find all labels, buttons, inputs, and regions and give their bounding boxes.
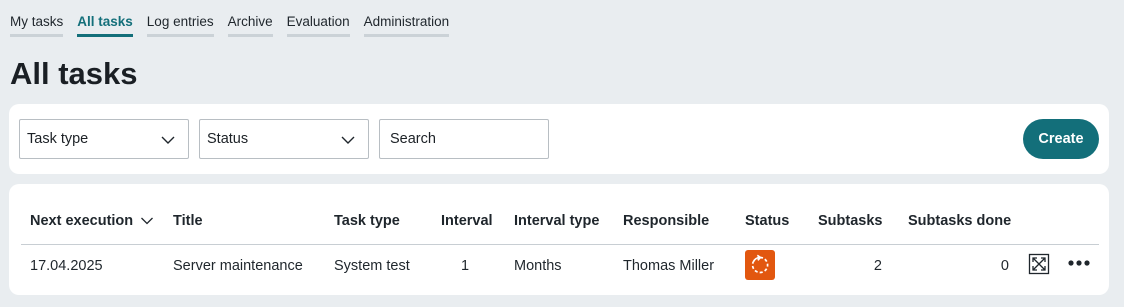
header-divider: [21, 244, 1099, 245]
tab-evaluation[interactable]: Evaluation: [286, 13, 350, 37]
cell-next-execution: 17.04.2025: [30, 258, 103, 274]
create-button[interactable]: Create: [1023, 119, 1099, 159]
chevron-down-icon: [341, 136, 355, 144]
task-type-select-label: Task type: [27, 131, 89, 147]
column-header-title[interactable]: Title: [173, 212, 203, 230]
status-select-label: Status: [207, 131, 249, 147]
chevron-down-icon: [161, 136, 175, 144]
tab-log-entries[interactable]: Log entries: [146, 13, 214, 37]
status-select[interactable]: Status: [199, 119, 369, 159]
column-header-subtasks-done[interactable]: Subtasks done: [908, 212, 1011, 230]
column-header-interval[interactable]: Interval: [441, 212, 493, 230]
expand-icon[interactable]: [1028, 253, 1050, 275]
column-header-next-execution[interactable]: Next execution: [30, 212, 133, 230]
refresh-icon: [751, 254, 769, 274]
cell-interval-type: Months: [514, 258, 562, 274]
cell-subtasks: 2: [873, 258, 882, 274]
page-title: All tasks: [10, 56, 138, 91]
cell-subtasks-done: 0: [1000, 258, 1009, 274]
column-header-subtasks[interactable]: Subtasks: [818, 212, 882, 230]
more-options-icon[interactable]: [1068, 259, 1090, 267]
tab-administration[interactable]: Administration: [363, 13, 450, 37]
task-type-select[interactable]: Task type: [19, 119, 189, 159]
column-header-responsible[interactable]: Responsible: [623, 212, 709, 230]
tab-archive[interactable]: Archive: [227, 13, 273, 37]
search-input[interactable]: [379, 119, 549, 159]
cell-task-type: System test: [334, 258, 410, 274]
cell-responsible: Thomas Miller: [623, 258, 715, 274]
filter-panel: Task type Status Create: [9, 104, 1109, 174]
status-badge[interactable]: [745, 250, 775, 280]
tasks-table: Next execution Title Task type Interval …: [9, 184, 1109, 295]
sort-chevron-down-icon[interactable]: [140, 214, 154, 228]
column-header-status[interactable]: Status: [745, 212, 789, 230]
cell-title: Server maintenance: [173, 258, 303, 274]
column-header-task-type[interactable]: Task type: [334, 212, 400, 230]
tab-my-tasks[interactable]: My tasks: [10, 13, 64, 37]
tab-all-tasks[interactable]: All tasks: [77, 13, 133, 37]
column-header-interval-type[interactable]: Interval type: [514, 212, 599, 230]
top-nav: My tasks All tasks Log entries Archive E…: [10, 13, 463, 37]
